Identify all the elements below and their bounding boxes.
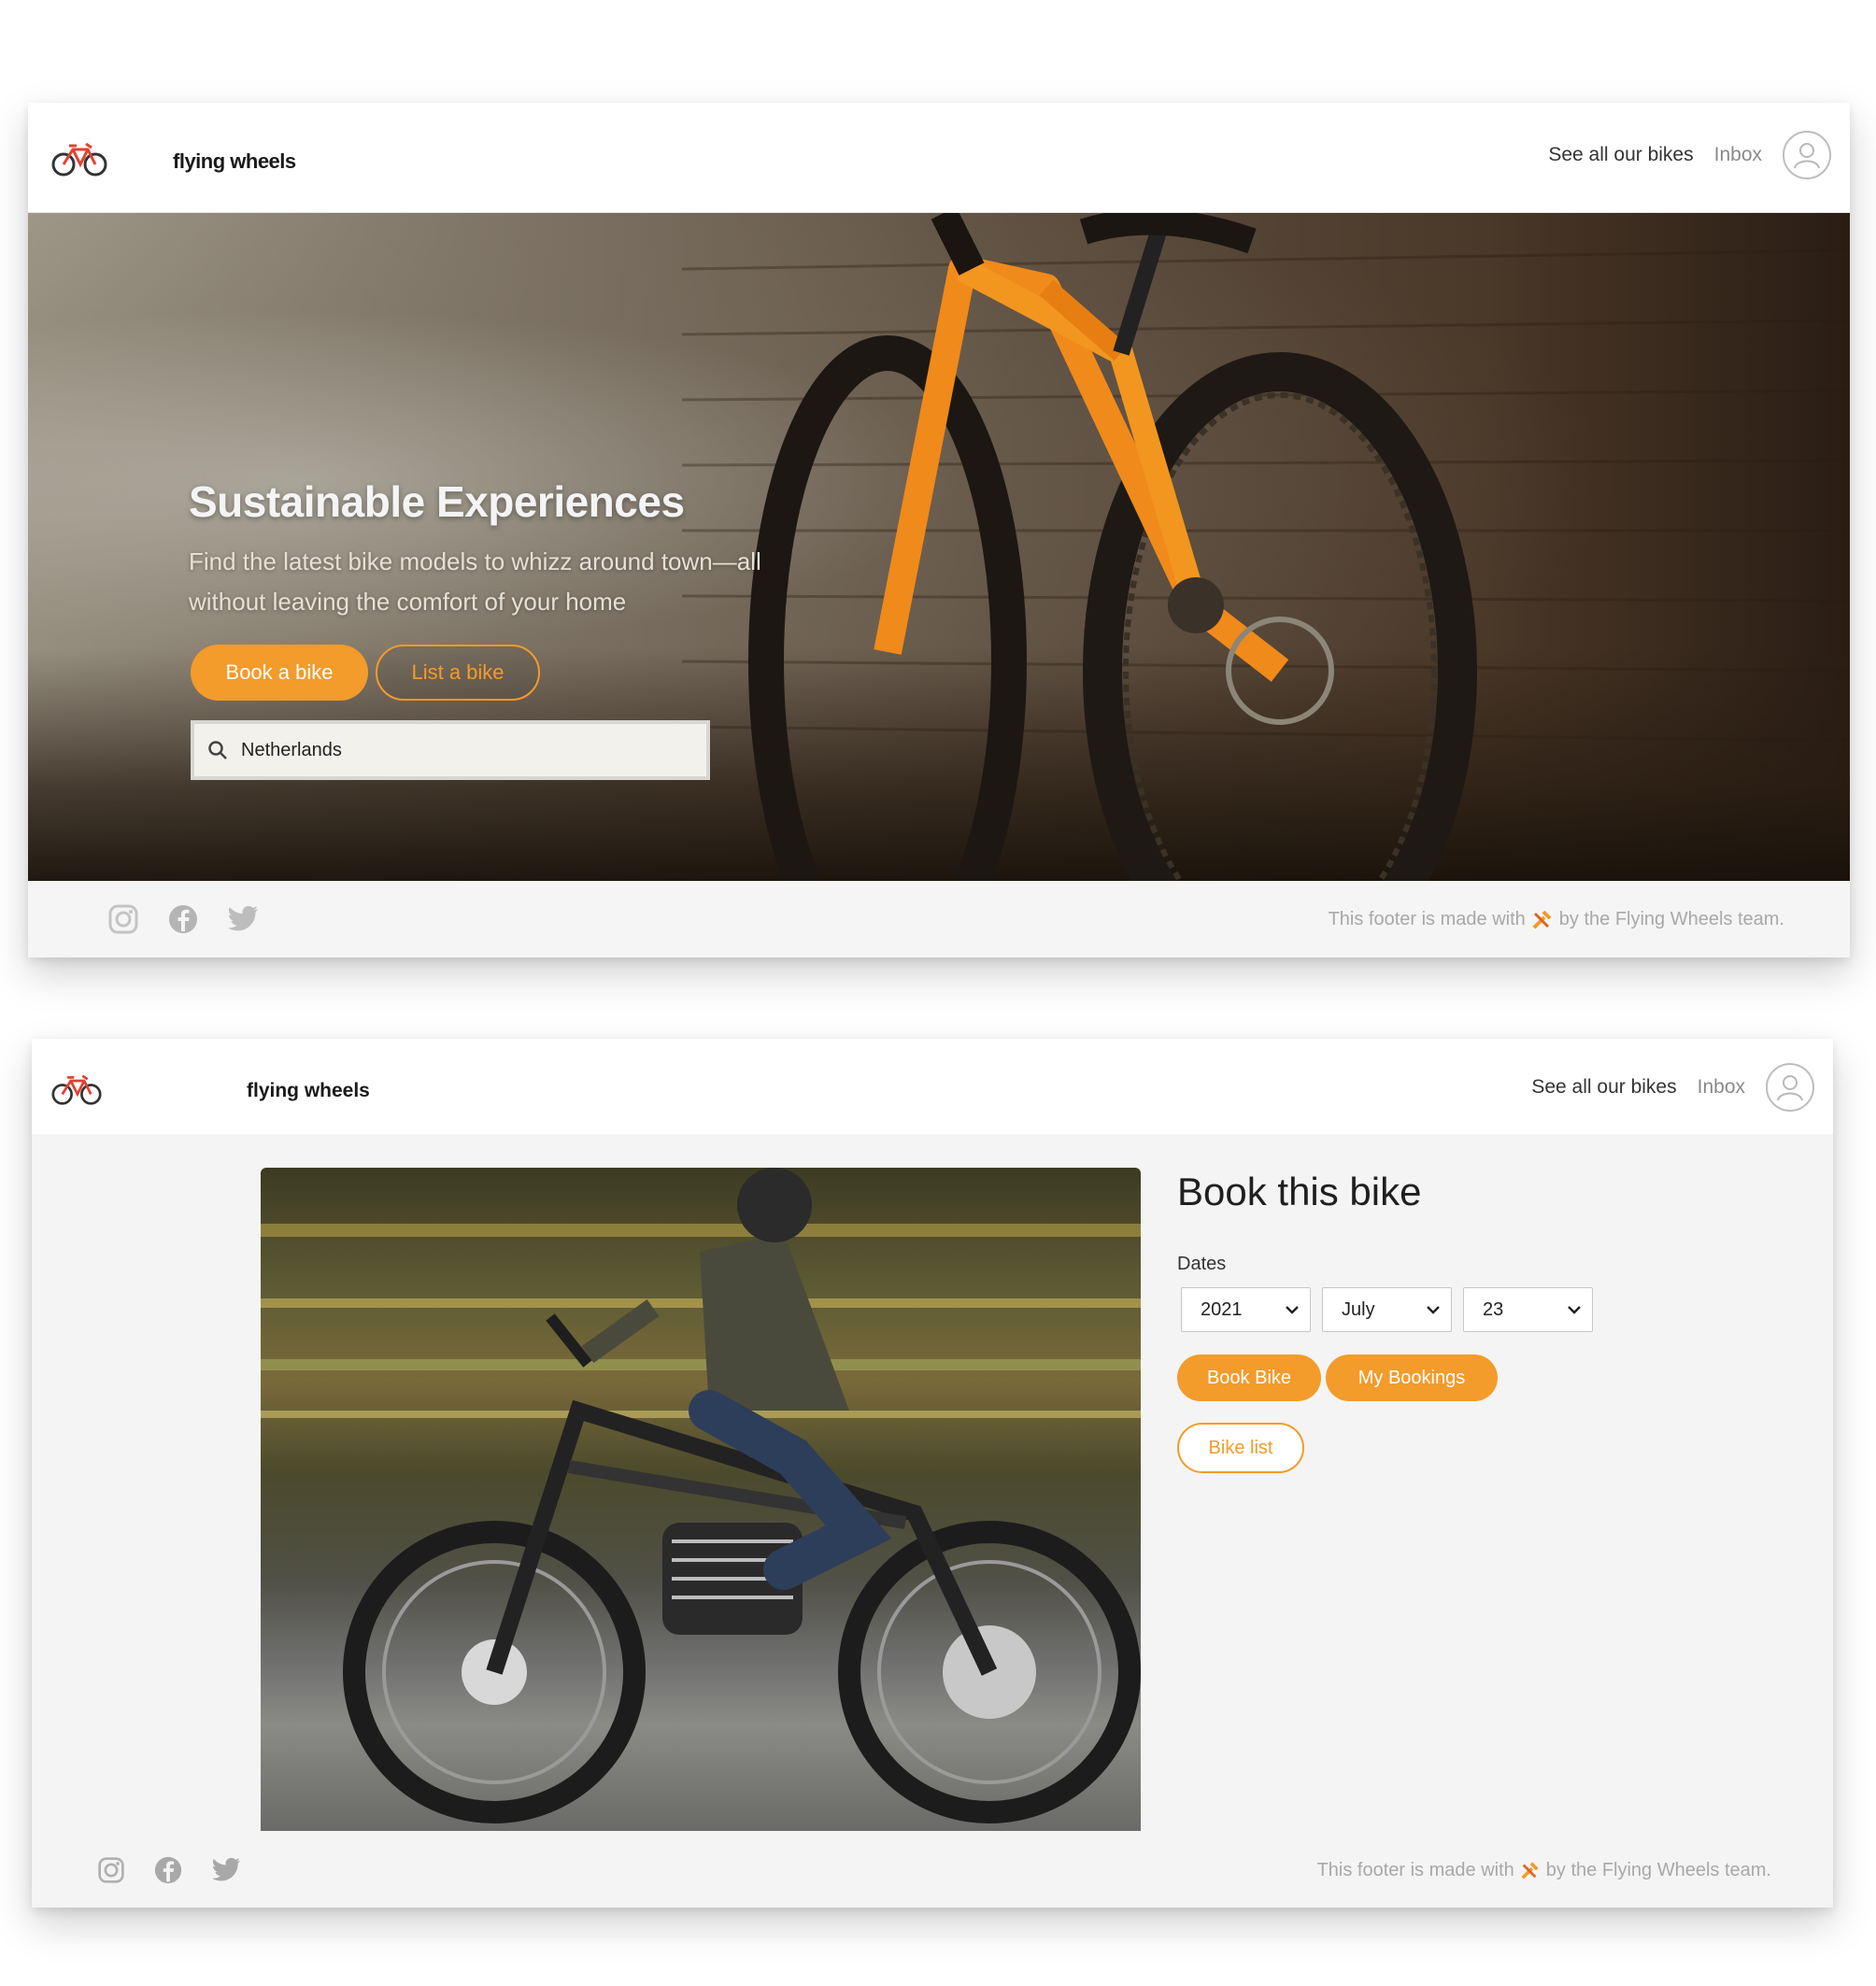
footer-text-before: This footer is made with: [1316, 1859, 1514, 1880]
year-select-value: 2021: [1201, 1298, 1243, 1320]
instagram-icon[interactable]: [107, 903, 139, 935]
brand-name[interactable]: flying wheels: [173, 149, 296, 174]
day-select[interactable]: 23: [1463, 1287, 1593, 1332]
footer-text-before: This footer is made with: [1328, 908, 1526, 929]
hero-subtitle: Find the latest bike models to whizz aro…: [189, 547, 761, 616]
user-avatar-icon[interactable]: [1766, 1063, 1814, 1112]
list-a-bike-button[interactable]: List a bike: [376, 645, 540, 701]
social-links: [97, 1855, 241, 1885]
footer-credit: This footer is made with by the Flying W…: [1329, 908, 1784, 930]
month-select[interactable]: July: [1322, 1287, 1452, 1332]
facebook-icon[interactable]: [153, 1855, 183, 1885]
chevron-down-icon: [1568, 1306, 1581, 1314]
bike-logo-icon[interactable]: [50, 1072, 103, 1106]
footer-credit: This footer is made with by the Flying W…: [1317, 1860, 1771, 1881]
twitter-icon[interactable]: [227, 905, 259, 933]
hero-banner: Sustainable Experiences Find the latest …: [28, 213, 1850, 881]
hero-title: Sustainable Experiences: [189, 477, 685, 526]
twitter-icon[interactable]: [211, 1857, 241, 1883]
chevron-down-icon: [1427, 1306, 1440, 1314]
social-links: [107, 903, 259, 935]
see-all-bikes-link[interactable]: See all our bikes: [1548, 144, 1693, 166]
footer: This footer is made with by the Flying W…: [28, 881, 1850, 958]
footer-text-after: by the Flying Wheels team.: [1545, 1859, 1771, 1880]
location-search-bar[interactable]: [191, 720, 710, 780]
my-bookings-button[interactable]: My Bookings: [1326, 1355, 1498, 1401]
book-bike-button[interactable]: Book Bike: [1177, 1355, 1321, 1401]
booking-page-screenshot: flying wheels See all our bikes Inbox Bo…: [32, 1039, 1833, 1908]
nav-links: See all our bikes Inbox: [1548, 131, 1831, 179]
facebook-icon[interactable]: [167, 903, 199, 935]
landing-page-screenshot: flying wheels See all our bikes Inbox Su…: [28, 103, 1850, 958]
footer-text-after: by the Flying Wheels team.: [1558, 908, 1784, 929]
date-selectors: 2021 July 23: [1181, 1287, 1593, 1332]
footer: This footer is made with by the Flying W…: [32, 1833, 1833, 1908]
bike-list-button[interactable]: Bike list: [1177, 1423, 1304, 1473]
see-all-bikes-link[interactable]: See all our bikes: [1531, 1076, 1676, 1099]
month-select-value: July: [1342, 1298, 1375, 1320]
book-a-bike-button[interactable]: Book a bike: [191, 645, 368, 701]
chevron-down-icon: [1286, 1306, 1299, 1314]
dates-label: Dates: [1177, 1254, 1227, 1274]
year-select[interactable]: 2021: [1181, 1287, 1311, 1332]
book-title: Book this bike: [1177, 1170, 1422, 1213]
search-icon: [208, 741, 227, 759]
e-bike-illustration: [261, 1168, 1141, 1823]
search-input[interactable]: [241, 739, 689, 761]
brand-name[interactable]: flying wheels: [247, 1080, 370, 1102]
e-bike-rider-photo: [261, 1168, 1141, 1831]
tools-icon: [1532, 910, 1552, 929]
instagram-icon[interactable]: [97, 1856, 125, 1884]
tools-icon: [1521, 1862, 1539, 1880]
nav-links: See all our bikes Inbox: [1531, 1063, 1814, 1112]
top-navbar: flying wheels See all our bikes Inbox: [32, 1039, 1833, 1134]
orange-mountain-bike-image: [748, 213, 1477, 881]
inbox-link[interactable]: Inbox: [1698, 1076, 1745, 1099]
booking-actions: Book Bike My Bookings: [1177, 1355, 1498, 1401]
inbox-link[interactable]: Inbox: [1714, 144, 1762, 166]
day-select-value: 23: [1483, 1298, 1504, 1320]
top-navbar: flying wheels See all our bikes Inbox: [28, 103, 1850, 213]
user-avatar-icon[interactable]: [1783, 131, 1831, 179]
bike-logo-icon[interactable]: [50, 140, 108, 177]
